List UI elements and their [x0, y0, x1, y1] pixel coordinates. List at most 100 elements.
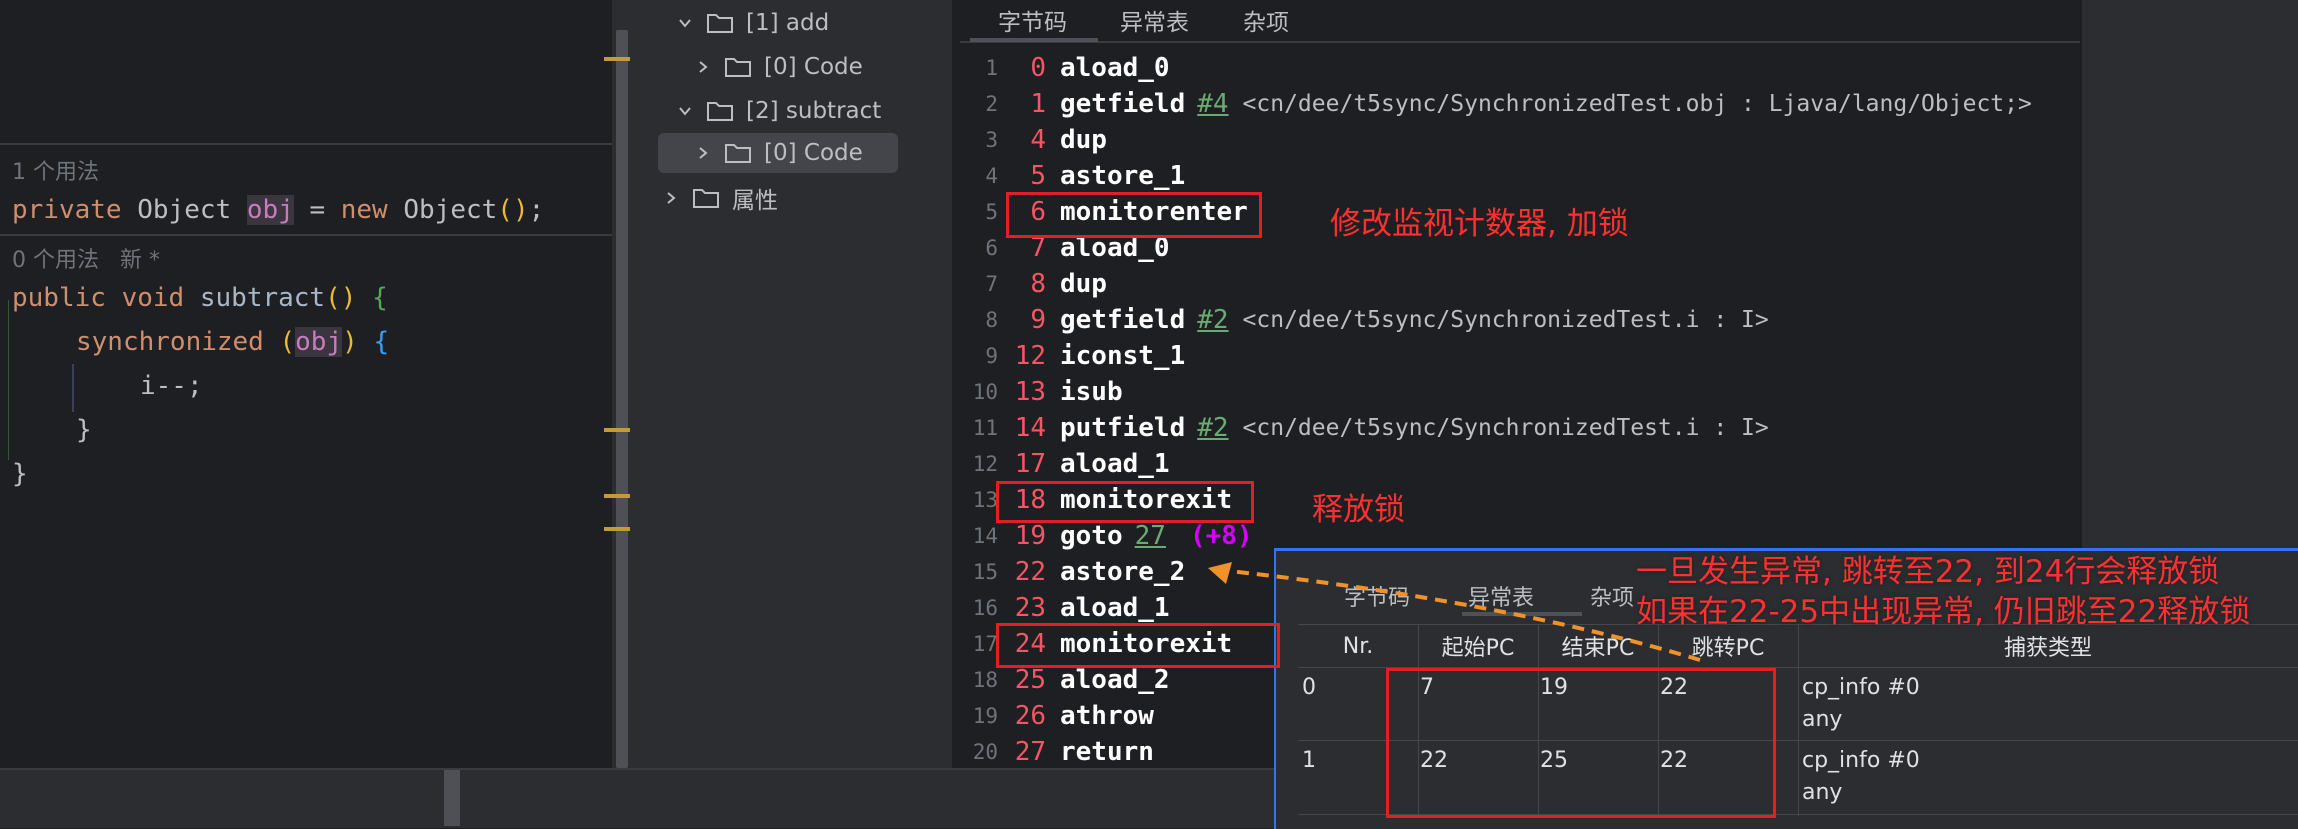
horizontal-scrollbar-thumb[interactable]	[444, 770, 460, 826]
new-hint: 新 *	[119, 248, 160, 273]
keyword-public: public	[12, 283, 106, 313]
jump-offset: (+8)	[1189, 521, 1253, 551]
usage-hint-text: 0 个用法	[12, 248, 99, 273]
sync-arg-obj[interactable]: obj	[295, 327, 343, 357]
opcode: goto	[1060, 521, 1123, 551]
line-number: 19	[972, 704, 998, 728]
line-number: 8	[985, 308, 998, 332]
bytecode-row[interactable]: 2 1 getfield #4 <cn/dee/t5sync/SynchronizedT…	[958, 86, 2032, 122]
line-number: 18	[972, 668, 998, 692]
monitorexit-highlight-box	[996, 481, 1254, 523]
bytecode-row[interactable]: 16 23 aload_1	[958, 590, 1182, 626]
opcode: aload_0	[1060, 53, 1170, 83]
cell-nr: 0	[1302, 675, 1316, 700]
ctor-object: Object	[403, 195, 498, 225]
warning-marker[interactable]	[604, 428, 630, 432]
opcode: aload_2	[1060, 665, 1170, 695]
bytecode-row[interactable]: 11 14 putfield #2 <cn/dee/t5sync/Synchronize…	[958, 410, 1769, 446]
tab-misc[interactable]: 杂项	[1243, 0, 1289, 40]
opcode: athrow	[1060, 701, 1154, 731]
opcode: putfield	[1060, 413, 1186, 443]
line-number: 2	[985, 92, 998, 116]
bytecode-row[interactable]: 1 0 aload_0	[958, 50, 1182, 86]
column-divider	[1798, 666, 1799, 816]
warning-marker[interactable]	[604, 494, 630, 498]
tab-exception-table[interactable]: 异常表	[1120, 0, 1189, 40]
opcode: getfield	[1060, 305, 1186, 335]
field-declaration[interactable]: private Object obj = new Object();	[12, 195, 544, 225]
constant-pool-link[interactable]: 27	[1135, 521, 1166, 551]
tree-node-label: 属性	[732, 188, 778, 214]
operand-description: <cn/dee/t5sync/SynchronizedTest.i : I>	[1242, 415, 1769, 441]
folder-icon	[725, 58, 751, 77]
cell-nr: 1	[1302, 748, 1316, 773]
line-number: 6	[985, 236, 998, 260]
tree-node-subtract[interactable]: [2] subtract	[678, 91, 881, 131]
sync-close-paren: )	[342, 327, 358, 357]
bytecode-offset: 5	[1030, 161, 1046, 191]
constant-pool-link[interactable]: #2	[1197, 413, 1228, 443]
exception-annotation-line2: 如果在22-25中出现异常, 仍旧跳至22释放锁	[1636, 594, 2251, 630]
constant-pool-link[interactable]: #4	[1197, 89, 1228, 119]
opcode: astore_2	[1060, 557, 1186, 587]
opcode: return	[1060, 737, 1154, 767]
synchronized-block[interactable]: synchronized (obj) {	[76, 327, 389, 357]
line-number: 20	[972, 740, 998, 764]
usage-hint: 1 个用法	[12, 160, 99, 185]
decrement-statement[interactable]: i--;	[140, 371, 203, 401]
tab-bytecode[interactable]: 字节码	[998, 0, 1067, 40]
tree-node-label: [1] add	[746, 10, 830, 36]
tree-node-subtract-code[interactable]: [0] Code	[658, 133, 898, 173]
line-number: 13	[972, 488, 998, 512]
chevron-right-icon[interactable]	[696, 146, 710, 160]
keyword-new: new	[340, 195, 388, 225]
bytecode-row[interactable]: 9 12 iconst_1	[958, 338, 1197, 374]
bytecode-offset: 0	[1030, 53, 1046, 83]
keyword-private: private	[12, 195, 122, 225]
folder-icon	[707, 102, 733, 121]
bytecode-row[interactable]: 8 9 getfield #2 <cn/dee/t5sync/SynchronizedT…	[958, 302, 1768, 338]
bytecode-row[interactable]: 3 4 dup	[958, 122, 1119, 158]
warning-marker[interactable]	[604, 527, 630, 531]
bytecode-offset: 19	[1014, 521, 1046, 551]
lock-annotation: 修改监视计数器, 加锁	[1330, 206, 1629, 242]
bytecode-row[interactable]: 20 27 return	[958, 734, 1166, 770]
chevron-down-icon[interactable]	[678, 16, 692, 30]
method-open-brace: {	[372, 283, 388, 313]
bytecode-row[interactable]: 7 8 dup	[958, 266, 1119, 302]
tree-node-add[interactable]: [1] add	[678, 3, 829, 43]
bytecode-row[interactable]: 14 19 goto 27 (+8)	[958, 518, 1253, 554]
chevron-right-icon[interactable]	[696, 60, 710, 74]
tabs-separator	[960, 41, 2080, 43]
chevron-right-icon[interactable]	[664, 191, 678, 205]
editor-scrollbar-thumb[interactable]	[616, 30, 628, 768]
opcode: dup	[1060, 125, 1107, 155]
code-editor[interactable]: 1 个用法 private Object obj = new Object();…	[0, 0, 612, 768]
bytecode-row[interactable]: 4 5 astore_1	[958, 158, 1197, 194]
method-declaration[interactable]: public void subtract() {	[12, 283, 388, 313]
column-header-catch-type[interactable]: 捕获类型	[1798, 625, 2298, 667]
bytecode-offset: 23	[1014, 593, 1046, 623]
semicolon: ;	[528, 195, 545, 225]
method-parens: ()	[325, 283, 357, 313]
bytecode-offset: 9	[1030, 305, 1046, 335]
line-number: 1	[985, 56, 998, 80]
tree-node-add-code[interactable]: [0] Code	[696, 47, 863, 87]
field-obj[interactable]: obj	[246, 195, 294, 225]
bytecode-row[interactable]: 12 17 aload_1	[958, 446, 1182, 482]
method-name[interactable]: subtract	[200, 283, 325, 313]
exception-rows-highlight-box	[1386, 668, 1776, 818]
folder-icon	[707, 14, 733, 33]
chevron-down-icon[interactable]	[678, 104, 692, 118]
line-number: 14	[972, 524, 998, 548]
bytecode-offset: 1	[1030, 89, 1046, 119]
editor-divider	[0, 143, 612, 145]
bytecode-row[interactable]: 19 26 athrow	[958, 698, 1166, 734]
tree-node-attributes[interactable]: 属性	[664, 178, 778, 218]
constant-pool-link[interactable]: #2	[1197, 305, 1228, 335]
bytecode-row[interactable]: 10 13 isub	[958, 374, 1135, 410]
bytecode-row[interactable]: 15 22 astore_2	[958, 554, 1197, 590]
warning-marker[interactable]	[604, 57, 630, 61]
dashed-arrow-icon	[1208, 562, 1701, 662]
bytecode-offset: 17	[1014, 449, 1046, 479]
